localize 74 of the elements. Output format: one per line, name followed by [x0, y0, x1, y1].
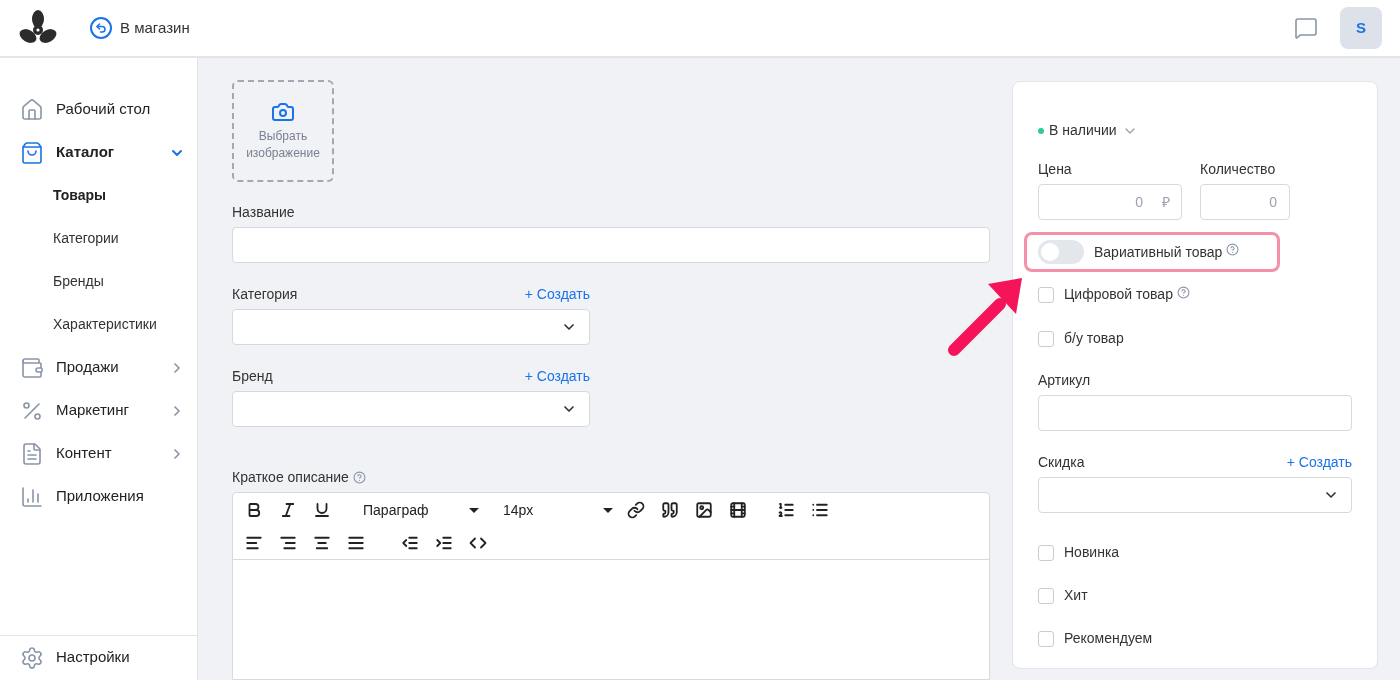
toggle-label: Вариативный товар	[1094, 242, 1223, 262]
font-size-dropdown[interactable]: 14px	[503, 499, 613, 521]
name-field[interactable]	[232, 227, 990, 263]
numbered-list-icon[interactable]	[777, 501, 795, 519]
sku-field[interactable]	[1038, 395, 1352, 431]
create-link[interactable]: + Создать	[524, 284, 590, 305]
indent-icon[interactable]	[435, 534, 453, 552]
chat-icon[interactable]	[1294, 16, 1318, 40]
quote-icon[interactable]	[661, 501, 679, 519]
help-icon	[1226, 242, 1240, 256]
outdent-icon[interactable]	[401, 534, 419, 552]
sidebar-subitem[interactable]: Товары	[0, 174, 197, 217]
sidebar-item[interactable]: Маркетинг	[0, 389, 197, 432]
caret-icon	[469, 507, 479, 513]
align-center-icon[interactable]	[313, 534, 331, 552]
back-icon	[90, 17, 112, 39]
field-label: Количество	[1200, 160, 1277, 179]
select-field[interactable]	[232, 309, 590, 345]
paragraph-dropdown[interactable]: Параграф	[351, 499, 479, 521]
checkbox[interactable]	[1038, 330, 1054, 347]
sidebar-subitem[interactable]: Бренды	[0, 260, 197, 303]
field-label: Цена	[1038, 160, 1073, 179]
sidebar-item[interactable]: Продажи	[0, 346, 197, 389]
help-icon	[352, 471, 366, 484]
field-label: Краткое описание	[232, 468, 349, 487]
align-right-icon[interactable]	[279, 534, 297, 552]
italic-icon[interactable]	[279, 501, 297, 519]
link-icon[interactable]	[627, 501, 645, 519]
sidebar-item[interactable]: Каталог	[0, 131, 197, 174]
select-field[interactable]	[232, 391, 590, 427]
align-justify-icon[interactable]	[347, 534, 365, 552]
sidebar-subitem[interactable]: Характеристики	[0, 303, 197, 346]
sidebar-subitem[interactable]: Категории	[0, 217, 197, 260]
chart-icon	[20, 484, 44, 509]
currency-sign: ₽	[1162, 193, 1170, 211]
checkbox[interactable]	[1038, 630, 1054, 647]
camera-icon	[271, 100, 295, 124]
settings-icon	[20, 645, 44, 670]
field-label: Артикул	[1038, 371, 1092, 390]
checkbox-label: Цифровой товар	[1064, 285, 1173, 304]
align-left-icon[interactable]	[245, 534, 263, 552]
document-icon	[20, 441, 44, 466]
bullet-list-icon[interactable]	[811, 501, 829, 519]
caret-icon	[603, 507, 613, 513]
bag-icon	[20, 140, 44, 165]
checkbox-label: Рекомендуем	[1064, 629, 1153, 648]
checkbox-label: Хит	[1064, 586, 1088, 605]
toggle-switch[interactable]	[1038, 240, 1084, 264]
field-label: Бренд	[232, 367, 273, 386]
checkbox[interactable]	[1038, 286, 1054, 303]
video-icon[interactable]	[729, 501, 747, 519]
status-dropdown[interactable]: В наличии	[1038, 120, 1138, 141]
sidebar-item[interactable]: Приложения	[0, 475, 197, 518]
select-field[interactable]	[1038, 477, 1352, 513]
create-link[interactable]: + Создать	[1286, 452, 1352, 473]
field-label: Название	[232, 203, 296, 222]
sidebar-item[interactable]: Рабочий стол	[0, 88, 197, 131]
field-label: Категория	[232, 285, 298, 304]
create-link[interactable]: + Создать	[524, 366, 590, 387]
underline-icon[interactable]	[313, 501, 331, 519]
quantity-field[interactable]: 0	[1200, 184, 1290, 220]
settings-item[interactable]: Настройки	[0, 635, 197, 679]
wallet-icon	[20, 355, 44, 380]
checkbox-label: б/у товар	[1064, 329, 1124, 348]
sidebar-item[interactable]: Контент	[0, 432, 197, 475]
image-icon[interactable]	[695, 501, 713, 519]
checkbox[interactable]	[1038, 587, 1054, 604]
avatar-button[interactable]: S	[1340, 7, 1382, 49]
image-picker[interactable]: Выбрать изображение	[232, 80, 334, 182]
home-icon	[20, 97, 44, 122]
field-label: Скидка	[1038, 453, 1085, 472]
checkbox[interactable]	[1038, 544, 1054, 561]
back-to-store-link[interactable]: В магазин	[90, 16, 190, 40]
checkbox-label: Новинка	[1064, 543, 1120, 562]
